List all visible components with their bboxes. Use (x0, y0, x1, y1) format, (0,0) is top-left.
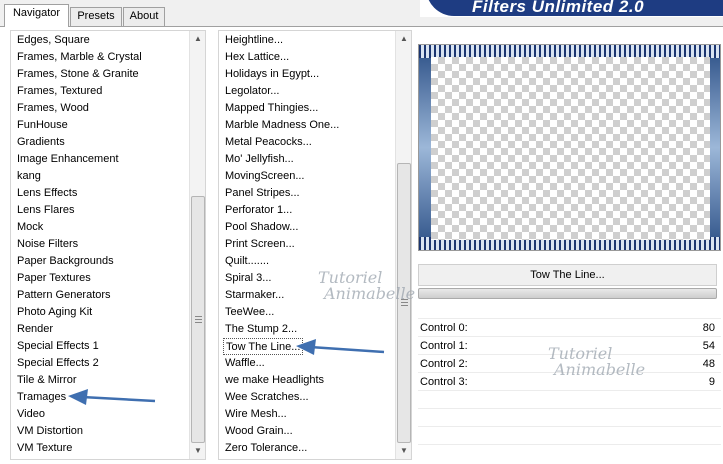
arrow-to-tramages-icon (68, 389, 156, 405)
tab-navigator[interactable]: Navigator (4, 4, 69, 27)
arrow-to-tow-the-line-icon (296, 339, 385, 355)
annotation-arrows (68, 339, 385, 405)
